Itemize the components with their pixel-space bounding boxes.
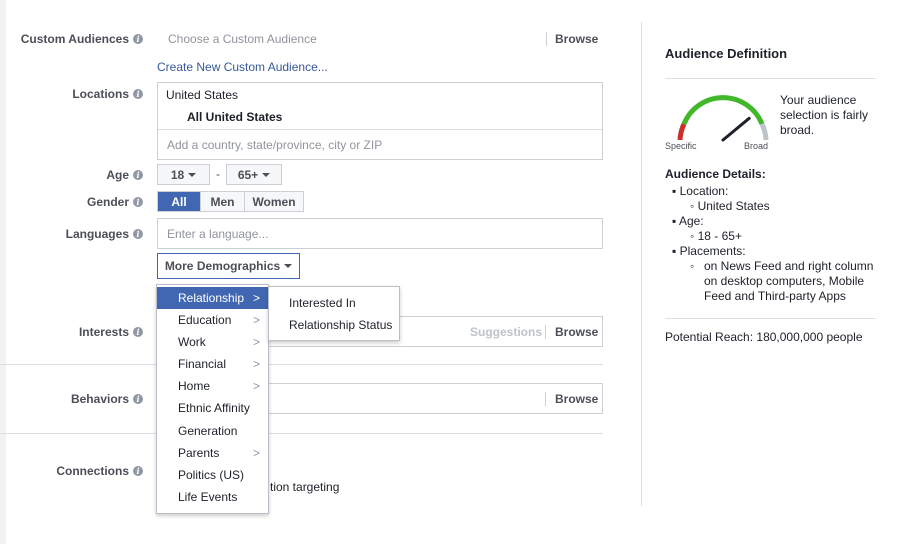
menu-item-ethnic-affinity[interactable]: Ethnic Affinity (157, 397, 268, 419)
divider (158, 129, 602, 130)
gauge-grey-segment (759, 122, 769, 141)
behaviors-browse-button[interactable]: Browse (555, 392, 598, 406)
info-icon[interactable]: i (133, 34, 143, 44)
languages-label: Languages i (66, 227, 143, 241)
connections-label: Connections i (56, 464, 143, 478)
connections-text: tion targeting (270, 480, 340, 494)
gender-label: Gender i (87, 195, 143, 209)
more-demographics-button[interactable]: More Demographics (157, 253, 300, 279)
gauge-needle (721, 116, 751, 142)
audience-definition-title: Audience Definition (665, 46, 788, 61)
gender-men-button[interactable]: Men (201, 192, 245, 211)
gender-all-button[interactable]: All (158, 192, 201, 211)
chevron-down-icon (262, 172, 271, 177)
separator (545, 324, 546, 339)
info-icon[interactable]: i (133, 394, 143, 404)
chevron-right-icon: > (252, 446, 260, 460)
info-icon[interactable]: i (133, 327, 143, 337)
menu-item-relationship[interactable]: Relationship > (157, 287, 268, 309)
gauge-red-segment (677, 122, 687, 141)
interests-suggestions-button[interactable]: Suggestions (470, 325, 542, 339)
custom-audiences-label: Custom Audiences i (21, 32, 143, 46)
panel-divider (641, 22, 642, 506)
gauge-green-segment (681, 95, 765, 125)
gauge-broad-label: Broad (744, 141, 769, 151)
separator (546, 31, 547, 46)
languages-placeholder: Enter a language... (167, 227, 269, 241)
menu-item-education[interactable]: Education > (157, 309, 268, 331)
chevron-right-icon: > (252, 313, 260, 327)
audience-gauge (677, 95, 769, 142)
detail-location-value: ◦ United States (690, 199, 770, 213)
gauge-description: Your audience selection is fairly broad. (780, 93, 869, 137)
locations-label: Locations i (72, 87, 143, 101)
age-min-dropdown[interactable]: 18 (157, 164, 210, 185)
info-icon[interactable]: i (133, 466, 143, 476)
audience-details-title: Audience Details: (665, 167, 766, 181)
behaviors-label: Behaviors i (71, 392, 143, 406)
detail-placements-value: ◦ on News Feed and right column on deskto… (690, 259, 874, 303)
interests-label: Interests i (79, 325, 143, 339)
chevron-right-icon: > (252, 379, 260, 393)
gender-women-button[interactable]: Women (245, 192, 303, 211)
potential-reach: Potential Reach: 180,000,000 people (665, 330, 863, 344)
chevron-right-icon: > (252, 357, 260, 371)
languages-input[interactable]: Enter a language... (157, 218, 603, 249)
location-search-input[interactable]: Add a country, state/province, city or Z… (167, 138, 382, 152)
chevron-right-icon: > (252, 335, 260, 349)
chevron-down-icon (284, 264, 293, 268)
gauge-specific-label: Specific (665, 141, 697, 151)
location-country: United States (166, 88, 239, 102)
detail-location: ▪ Location: (672, 184, 729, 198)
divider (665, 78, 876, 79)
info-icon[interactable]: i (133, 229, 143, 239)
chevron-right-icon: > (252, 291, 260, 305)
info-icon[interactable]: i (133, 197, 143, 207)
create-custom-audience-link[interactable]: Create New Custom Audience... (157, 60, 328, 74)
audience-details-list: ▪ Location: ◦ United States ▪ Age: ◦ 18 … (672, 184, 877, 304)
custom-audience-input[interactable]: Choose a Custom Audience (168, 32, 317, 46)
section-divider (0, 364, 603, 365)
menu-item-financial[interactable]: Financial > (157, 353, 268, 375)
chevron-down-icon (188, 172, 197, 177)
detail-age: ▪ Age: (672, 214, 704, 228)
left-edge-strip (0, 0, 6, 544)
info-icon[interactable]: i (133, 170, 143, 180)
menu-item-parents[interactable]: Parents > (157, 442, 268, 464)
menu-item-home[interactable]: Home > (157, 375, 268, 397)
gender-toggle: All Men Women (157, 191, 304, 212)
demographics-menu: Relationship > Education > Work > Financial… (156, 284, 269, 514)
submenu-item-relationship-status[interactable]: Relationship Status (289, 318, 392, 332)
age-dash: - (216, 167, 220, 181)
menu-item-politics[interactable]: Politics (US) (157, 464, 268, 486)
age-label: Age i (106, 168, 143, 182)
age-max-dropdown[interactable]: 65+ (226, 164, 282, 185)
menu-item-work[interactable]: Work > (157, 331, 268, 353)
menu-item-life-events[interactable]: Life Events (157, 486, 268, 508)
relationship-submenu: Interested In Relationship Status (268, 286, 400, 341)
menu-item-generation[interactable]: Generation (157, 420, 268, 442)
separator (545, 391, 546, 406)
detail-age-value: ◦ 18 - 65+ (690, 229, 742, 243)
info-icon[interactable]: i (133, 89, 143, 99)
interests-browse-button[interactable]: Browse (555, 325, 598, 339)
locations-box: United States All United States Add a co… (157, 82, 603, 160)
detail-placements: ▪ Placements: (672, 244, 746, 258)
divider (665, 318, 876, 319)
submenu-item-interested-in[interactable]: Interested In (289, 296, 356, 310)
section-divider (0, 433, 603, 434)
location-selection[interactable]: All United States (187, 110, 282, 124)
custom-audience-browse-button[interactable]: Browse (555, 32, 598, 46)
